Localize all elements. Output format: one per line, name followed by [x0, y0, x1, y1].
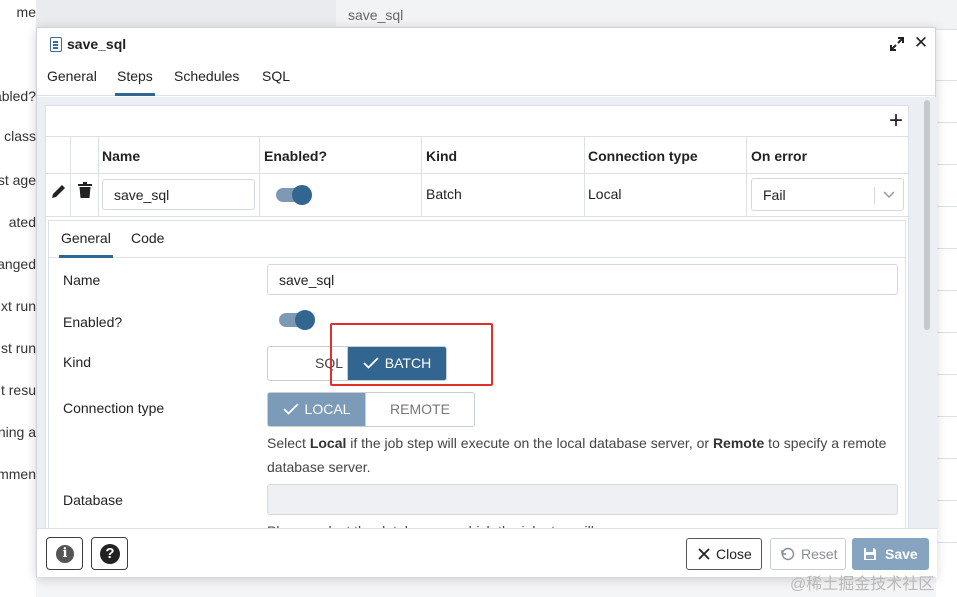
row-enabled-toggle[interactable] [276, 185, 312, 205]
bg-fragment: st run [0, 340, 36, 356]
col-header-enabled: Enabled? [264, 148, 328, 164]
check-icon [282, 403, 299, 415]
connection-type-label: Connection type [63, 400, 165, 416]
info-icon: i [56, 545, 74, 563]
col-header-on-error: On error [751, 148, 808, 164]
dialog-tabs: General Steps Schedules SQL [37, 60, 935, 96]
check-icon [363, 357, 379, 369]
enabled-label: Enabled? [63, 314, 123, 330]
steps-content: + Name Enabled? Kind Connection type On … [37, 97, 937, 528]
help-button[interactable]: ? [91, 537, 128, 570]
question-icon: ? [100, 544, 120, 564]
save-button[interactable]: Save [852, 538, 929, 570]
grid-header: Name Enabled? Kind Connection type On er… [46, 136, 910, 174]
reset-button[interactable]: Reset [770, 538, 846, 570]
kind-sql-label: SQL [314, 355, 343, 371]
tab-schedules[interactable]: Schedules [172, 68, 241, 96]
col-header-connection-type: Connection type [588, 148, 698, 164]
bg-fragment: o class [0, 128, 36, 144]
connection-remote-label: REMOTE [390, 401, 450, 417]
bg-fragment: anged [0, 256, 36, 272]
close-label: Close [716, 546, 752, 562]
database-label: Database [63, 492, 123, 508]
watermark-text: @稀土掘金技术社区 [790, 576, 935, 593]
row-kind: Batch [426, 186, 462, 202]
enabled-toggle[interactable] [279, 310, 315, 330]
bg-fragment: xt run [0, 298, 36, 314]
col-header-name: Name [102, 148, 141, 164]
step-detail-panel: General Code Name Enabled? Kind SQL BATC… [48, 220, 906, 528]
name-field[interactable] [267, 264, 898, 295]
connection-local-option[interactable]: LOCAL [267, 392, 366, 427]
tab-general[interactable]: General [45, 68, 99, 96]
connection-local-label: LOCAL [304, 401, 351, 417]
table-row[interactable]: Batch Local Fail [46, 174, 910, 217]
bg-fragment: ning a [0, 424, 36, 440]
kind-batch-option[interactable]: BATCH [347, 346, 447, 381]
on-error-select[interactable]: Fail [751, 178, 904, 211]
bg-fragment: ated [8, 214, 36, 230]
name-label: Name [63, 272, 101, 288]
bg-fragment: t resu [0, 382, 36, 398]
reset-icon [781, 547, 795, 561]
pencil-icon[interactable] [50, 182, 68, 200]
steps-grid: + Name Enabled? Kind Connection type On … [45, 105, 910, 528]
bg-fragment: abled? [0, 88, 36, 104]
reset-label: Reset [801, 546, 838, 562]
tab-steps[interactable]: Steps [115, 68, 155, 96]
tab-sql[interactable]: SQL [260, 68, 292, 96]
step-detail-tabs: General Code [49, 221, 905, 258]
background-right-panel [936, 30, 957, 597]
dialog-title: save_sql [67, 36, 127, 52]
close-icon[interactable]: ✕ [913, 34, 929, 52]
kind-label: Kind [63, 354, 92, 370]
maximize-icon[interactable] [889, 36, 905, 52]
on-error-value: Fail [763, 187, 786, 203]
bg-fragment: me [16, 4, 36, 20]
bg-fragment: mmen [0, 466, 36, 482]
chevron-down-icon [883, 191, 895, 199]
save-label: Save [885, 546, 918, 562]
scrollbar-thumb[interactable] [924, 100, 930, 330]
connection-help-text: Select Local if the job step will execut… [267, 435, 887, 475]
job-step-dialog: save_sql ✕ General Steps Schedules SQL +… [36, 27, 937, 577]
sub-tab-general[interactable]: General [59, 230, 113, 258]
trash-icon[interactable] [78, 182, 92, 198]
kind-batch-label: BATCH [384, 355, 432, 371]
database-help-text: Please select the database on which the … [267, 519, 897, 528]
bg-fragment: st age [0, 172, 36, 188]
row-connection-type: Local [588, 186, 622, 202]
floppy-icon [864, 548, 876, 560]
step-name-input[interactable] [102, 179, 255, 210]
background-tab-bar: save_sql [336, 0, 957, 30]
plus-icon[interactable]: + [886, 109, 906, 133]
kind-sql-option[interactable]: SQL [267, 346, 348, 381]
background-tab-label: save_sql [348, 7, 404, 23]
background-left-panel: me abled? o class st age ated anged xt r… [0, 0, 36, 597]
col-header-kind: Kind [426, 148, 458, 164]
calendar-list-icon [50, 37, 62, 52]
database-field[interactable] [267, 484, 898, 515]
sub-tab-code[interactable]: Code [129, 230, 166, 258]
connection-remote-option[interactable]: REMOTE [365, 392, 475, 427]
dialog-title-bar[interactable]: save_sql ✕ [37, 28, 935, 60]
info-button[interactable]: i [46, 537, 83, 570]
close-button[interactable]: Close [686, 538, 762, 570]
x-icon [698, 548, 710, 560]
